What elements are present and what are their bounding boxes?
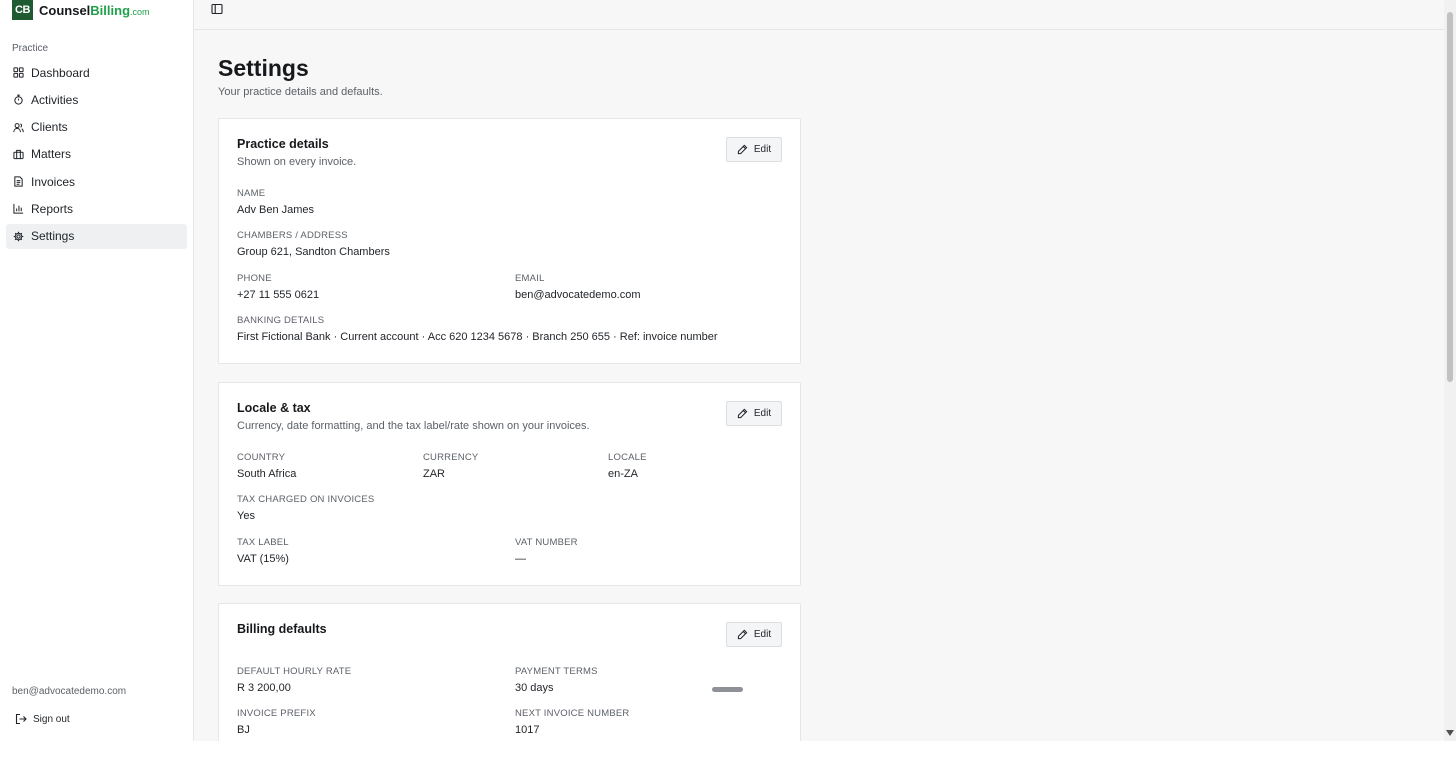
invoice-prefix-label: Invoice prefix <box>237 708 316 719</box>
timer-icon <box>14 94 23 105</box>
loading-indicator <box>712 687 743 692</box>
dashboard-grid-icon <box>13 67 24 78</box>
sidebar-toggle-icon[interactable] <box>211 3 223 15</box>
country-value: South Africa <box>237 468 297 480</box>
document-icon <box>14 176 23 187</box>
vat-number-value: — <box>515 553 526 565</box>
email-value: ben@advocatedemo.com <box>515 289 641 301</box>
vat-number-label: VAT number <box>515 537 578 548</box>
users-icon <box>13 122 24 132</box>
sidebar: CB CounselBilling.com Practice Dashboard… <box>0 0 194 741</box>
pencil-icon <box>737 144 748 155</box>
page-subtitle: Your practice details and defaults. <box>218 86 383 98</box>
next-invoice-number-value: 1017 <box>515 724 540 736</box>
sign-out-label: Sign out <box>33 713 70 725</box>
currency-label: Currency <box>423 452 479 463</box>
logo-mark: CB <box>12 0 33 20</box>
country-label: Country <box>237 452 286 463</box>
brand-logo[interactable]: CB CounselBilling.com <box>12 0 150 20</box>
sidebar-item-invoices[interactable]: Invoices <box>6 169 187 194</box>
scroll-down-arrow-icon[interactable] <box>1446 730 1454 736</box>
nav-section-label: Practice <box>12 43 49 54</box>
user-email: ben@advocatedemo.com <box>12 686 127 697</box>
sidebar-item-reports[interactable]: Reports <box>6 196 187 221</box>
brand-tld: .com <box>130 6 150 17</box>
briefcase-icon <box>13 149 24 160</box>
pencil-icon <box>737 629 748 640</box>
edit-label: Edit <box>753 408 772 419</box>
sign-out-icon <box>15 713 27 725</box>
card-title: Billing defaults <box>237 622 327 636</box>
sidebar-item-matters[interactable]: Matters <box>6 142 187 167</box>
name-value: Adv Ben James <box>237 204 315 216</box>
tax-label-label: Tax label <box>237 537 289 548</box>
card-title: Practice details <box>237 137 329 151</box>
practice-details-card: Practice details Shown on every invoice.… <box>218 118 801 364</box>
sign-out-button[interactable]: Sign out <box>15 713 70 725</box>
email-label: Email <box>515 273 545 284</box>
banking-label: Banking details <box>237 315 325 326</box>
sidebar-nav: Dashboard Activities Clients Matters Inv… <box>6 60 187 251</box>
edit-locale-button[interactable]: Edit <box>726 401 782 426</box>
locale-label: Locale <box>608 452 647 463</box>
name-label: Name <box>237 188 266 199</box>
top-bar <box>194 0 1444 30</box>
sidebar-item-label: Settings <box>31 229 75 244</box>
brand-name-accent: Billing <box>90 2 131 18</box>
edit-billing-button[interactable]: Edit <box>726 622 782 647</box>
tax-charged-label: Tax charged on invoices <box>237 494 375 505</box>
card-title: Locale & tax <box>237 401 311 415</box>
gear-icon <box>13 231 24 242</box>
hourly-rate-value: R 3 200,00 <box>237 682 291 694</box>
card-description: Shown on every invoice. <box>237 156 357 168</box>
sidebar-item-label: Activities <box>31 92 79 107</box>
address-value: Group 621, Sandton Chambers <box>237 246 390 258</box>
edit-label: Edit <box>753 629 772 640</box>
bottom-edge <box>0 741 1456 762</box>
page-title: Settings <box>218 55 309 81</box>
invoice-prefix-value: BJ <box>237 724 250 736</box>
brand-name-prefix: Counsel <box>39 2 91 18</box>
card-description: Currency, date formatting, and the tax l… <box>237 420 590 432</box>
bar-chart-icon <box>13 204 24 215</box>
edit-practice-button[interactable]: Edit <box>726 137 782 162</box>
sidebar-item-settings[interactable]: Settings <box>6 223 187 249</box>
pencil-icon <box>737 408 748 419</box>
tax-label-value: VAT (15%) <box>237 553 289 565</box>
sidebar-item-activities[interactable]: Activities <box>6 87 187 112</box>
payment-terms-label: Payment terms <box>515 666 598 677</box>
address-label: Chambers / Address <box>237 230 348 241</box>
payment-terms-value: 30 days <box>515 682 554 694</box>
phone-label: Phone <box>237 273 272 284</box>
tax-charged-value: Yes <box>237 510 255 522</box>
locale-tax-card: Locale & tax Currency, date formatting, … <box>218 382 801 586</box>
scrollbar-thumb[interactable] <box>1447 12 1453 382</box>
sidebar-item-clients[interactable]: Clients <box>6 115 187 140</box>
vertical-scrollbar[interactable] <box>1444 0 1456 741</box>
next-invoice-number-label: Next invoice number <box>515 708 630 719</box>
banking-value: First Fictional Bank · Current account ·… <box>237 331 718 343</box>
sidebar-item-dashboard[interactable]: Dashboard <box>6 60 187 85</box>
sidebar-item-label: Invoices <box>31 174 76 189</box>
sidebar-item-label: Matters <box>31 147 72 162</box>
main-content: Settings Your practice details and defau… <box>194 0 1444 753</box>
currency-value: ZAR <box>423 468 445 480</box>
brand-name: CounselBilling.com <box>39 3 150 18</box>
billing-defaults-card: Billing defaults Edit Default hourly rat… <box>218 603 801 753</box>
sidebar-item-label: Reports <box>31 201 74 216</box>
locale-value: en-ZA <box>608 468 638 480</box>
edit-label: Edit <box>753 144 772 155</box>
phone-value: +27 11 555 0621 <box>237 289 320 301</box>
sidebar-item-label: Clients <box>31 120 68 135</box>
hourly-rate-label: Default hourly rate <box>237 666 352 677</box>
sidebar-item-label: Dashboard <box>31 65 90 80</box>
